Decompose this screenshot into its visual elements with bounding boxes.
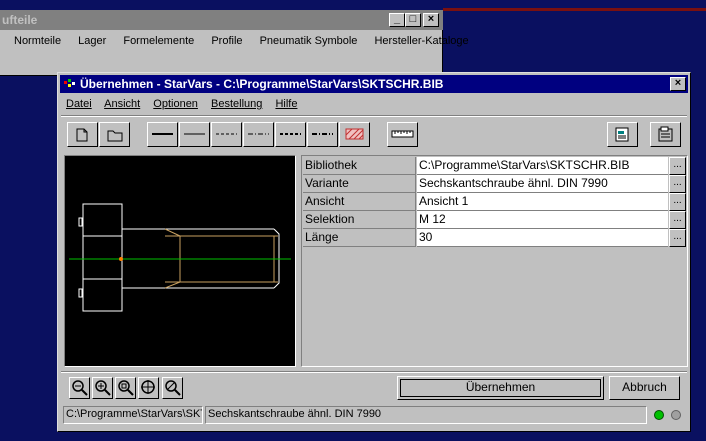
window-title: Übernehmen - StarVars - C:\Programme\Sta… xyxy=(80,77,444,91)
property-label: Länge xyxy=(303,229,416,247)
zoom-center-button[interactable] xyxy=(138,377,159,399)
property-value-bibliothek[interactable]: C:\Programme\StarVars\SKTSCHR.BIB xyxy=(417,157,668,175)
browse-selektion-button[interactable]: ... xyxy=(669,211,686,229)
close-button-bg[interactable]: × xyxy=(423,13,439,27)
zoom-in-icon xyxy=(95,380,111,396)
background-window-title: ufteile xyxy=(0,10,443,30)
dash-dot-thick-line-icon xyxy=(312,133,333,135)
zoom-window-icon xyxy=(165,380,181,396)
menu-normteile[interactable]: Normteile xyxy=(14,35,61,47)
browse-ansicht-button[interactable]: ... xyxy=(669,193,686,211)
property-value-laenge[interactable]: 30 xyxy=(417,229,668,247)
property-value-selektion[interactable]: M 12 xyxy=(417,211,668,229)
properties-button[interactable] xyxy=(607,122,638,147)
zoom-out-button[interactable] xyxy=(69,377,90,399)
zoom-out-icon xyxy=(72,380,88,396)
menu-datei[interactable]: Datei xyxy=(66,98,92,110)
new-file-icon xyxy=(76,128,88,142)
dashed-thick-line-icon xyxy=(280,133,301,135)
status-path: C:\Programme\StarVars\SKTSCHR.BIB xyxy=(63,406,203,424)
menu-profile[interactable]: Profile xyxy=(211,35,242,47)
property-row-laenge: Länge 30 ... xyxy=(303,229,686,247)
property-row-selektion: Selektion M 12 ... xyxy=(303,211,686,229)
background-window-strip xyxy=(443,8,706,11)
app-icon xyxy=(64,79,75,87)
maximize-button-bg[interactable]: □ xyxy=(405,13,421,27)
menu-hersteller-kataloge[interactable]: Hersteller-Kataloge xyxy=(374,35,468,47)
dashed-line-icon xyxy=(216,133,237,135)
zoom-all-button[interactable] xyxy=(115,377,136,399)
minimize-button-bg[interactable]: _ xyxy=(389,13,405,27)
browse-bibliothek-button[interactable]: ... xyxy=(669,157,686,175)
drawing-preview[interactable] xyxy=(64,155,296,367)
screw-drawing xyxy=(69,203,291,312)
menu-formelemente[interactable]: Formelemente xyxy=(123,35,194,47)
line-dashed-thick-button[interactable] xyxy=(275,122,306,147)
line-dashdot-button[interactable] xyxy=(243,122,274,147)
ruler-button[interactable] xyxy=(387,122,418,147)
ruler-icon xyxy=(391,130,414,138)
zoom-all-icon xyxy=(118,380,134,396)
background-window[interactable]: ufteile _ □ × Normteile Lager Formelemen… xyxy=(0,10,469,76)
property-label: Selektion xyxy=(303,211,416,229)
browse-laenge-button[interactable]: ... xyxy=(669,229,686,247)
property-row-ansicht: Ansicht Ansicht 1 ... xyxy=(303,193,686,211)
solid-thin-line-icon xyxy=(184,133,205,135)
property-label: Variante xyxy=(303,175,416,193)
property-value-ansicht[interactable]: Ansicht 1 xyxy=(417,193,668,211)
zoom-center-icon xyxy=(141,380,155,394)
open-folder-button[interactable] xyxy=(99,122,130,147)
menubar: Datei Ansicht Optionen Bestellung Hilfe xyxy=(66,96,307,112)
property-value-variante[interactable]: Sechskantschraube ähnl. DIN 7990 xyxy=(417,175,668,193)
properties-icon xyxy=(615,127,629,142)
close-button[interactable]: × xyxy=(670,77,686,91)
property-grid: Bibliothek C:\Programme\StarVars\SKTSCHR… xyxy=(301,155,688,367)
line-dashdot-thick-button[interactable] xyxy=(307,122,338,147)
menu-lager[interactable]: Lager xyxy=(78,35,106,47)
property-label: Bibliothek xyxy=(303,157,416,175)
settings-icon xyxy=(658,126,673,142)
property-row-bibliothek: Bibliothek C:\Programme\StarVars\SKTSCHR… xyxy=(303,157,686,175)
folder-icon xyxy=(107,130,123,142)
line-dashed-button[interactable] xyxy=(211,122,242,147)
menu-ansicht[interactable]: Ansicht xyxy=(104,98,140,110)
menu-hilfe[interactable]: Hilfe xyxy=(275,98,297,110)
hatch-icon xyxy=(345,128,364,140)
zoom-in-button[interactable] xyxy=(92,377,113,399)
cancel-button[interactable]: Abbruch xyxy=(609,376,680,400)
dash-dot-line-icon xyxy=(248,133,269,135)
menu-optionen[interactable]: Optionen xyxy=(153,98,198,110)
toolbar-separator xyxy=(61,115,687,117)
hatch-button[interactable] xyxy=(339,122,370,147)
settings-button[interactable] xyxy=(650,122,681,147)
menu-pneumatik-symbole[interactable]: Pneumatik Symbole xyxy=(260,35,358,47)
apply-button[interactable]: Übernehmen xyxy=(397,376,604,400)
line-solid-thin-button[interactable] xyxy=(179,122,210,147)
property-row-variante: Variante Sechskantschraube ähnl. DIN 799… xyxy=(303,175,686,193)
line-solid-thick-button[interactable] xyxy=(147,122,178,147)
property-label: Ansicht xyxy=(303,193,416,211)
browse-variante-button[interactable]: ... xyxy=(669,175,686,193)
starvars-window: Übernehmen - StarVars - C:\Programme\Sta… xyxy=(57,72,691,432)
zoom-window-button[interactable] xyxy=(162,377,183,399)
window-titlebar[interactable]: Übernehmen - StarVars - C:\Programme\Sta… xyxy=(60,75,688,93)
status-led-green xyxy=(654,410,664,420)
menu-bestellung[interactable]: Bestellung xyxy=(211,98,262,110)
new-file-button[interactable] xyxy=(67,122,98,147)
bottom-separator xyxy=(61,371,687,373)
solid-thick-line-icon xyxy=(152,133,173,135)
background-window-menu: Normteile Lager Formelemente Profile Pne… xyxy=(0,32,469,50)
status-description: Sechskantschraube ähnl. DIN 7990 xyxy=(205,406,647,424)
status-led-gray xyxy=(671,410,681,420)
